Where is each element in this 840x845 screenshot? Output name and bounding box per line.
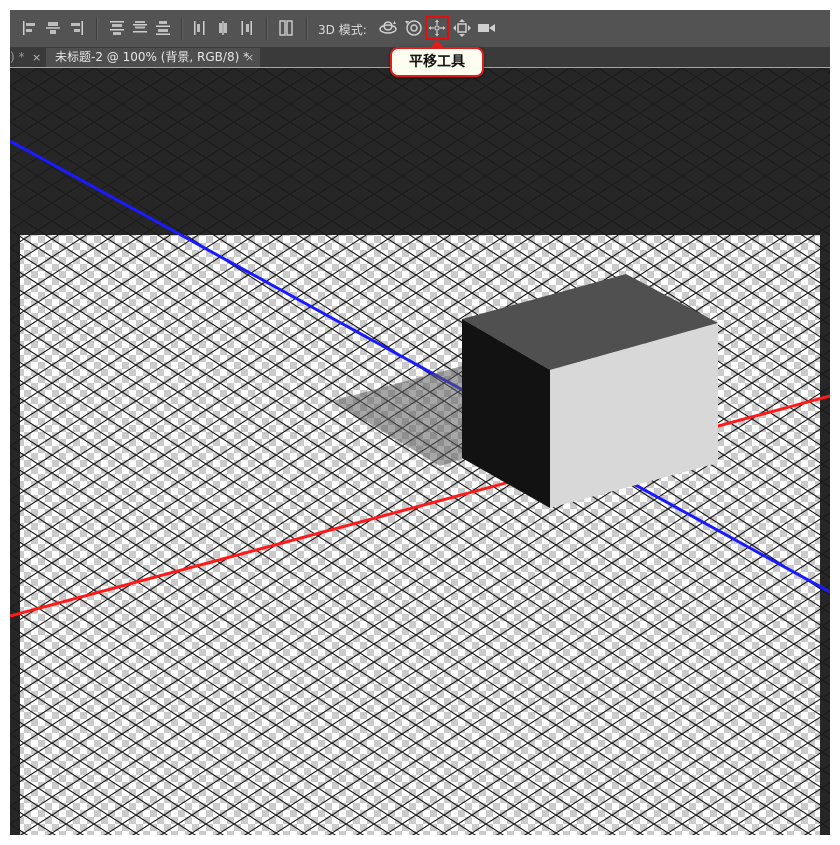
pan-icon — [428, 19, 446, 37]
tab-active-document[interactable]: 未标题-2 @ 100% (背景, RGB/8) * × — [46, 48, 260, 67]
slide-3d-object-button[interactable] — [450, 16, 474, 40]
options-bar: 3D 模式: — [10, 10, 830, 48]
pan-3d-object-button[interactable] — [425, 16, 449, 40]
rotate-3d-object-button[interactable] — [376, 16, 400, 40]
distribute-right-button[interactable] — [236, 18, 256, 38]
tab-previous-label: ) * — [10, 50, 25, 64]
tab-active-label: 未标题-2 @ 100% (背景, RGB/8) * — [55, 50, 250, 64]
roll-3d-object-button[interactable] — [402, 16, 426, 40]
3d-mode-label: 3D 模式: — [318, 23, 367, 37]
align-horizontal-centers-button[interactable] — [43, 18, 63, 38]
photoshop-window: 3D 模式: ) * × 未标题-2 @ 100% (背景, RGB/8) * … — [10, 10, 830, 835]
align-bottom-edges-button[interactable] — [153, 18, 173, 38]
3d-cube-object[interactable] — [462, 274, 718, 508]
distribute-center-button[interactable] — [213, 18, 233, 38]
scale-3d-object-button[interactable] — [475, 16, 499, 40]
align-top-edges-button[interactable] — [107, 18, 127, 38]
align-right-edges-button[interactable] — [66, 18, 86, 38]
tab-previous-document[interactable]: ) * × — [10, 48, 45, 67]
pan-tool-tooltip: 平移工具 — [390, 40, 484, 77]
toolbar-divider — [96, 17, 98, 40]
toolbar-divider — [306, 17, 308, 40]
toolbar-divider — [266, 17, 268, 40]
rotate-icon — [379, 21, 397, 34]
close-icon[interactable]: × — [245, 48, 254, 67]
toolbar-divider — [181, 17, 183, 40]
slide-icon — [453, 19, 471, 37]
3d-canvas-viewport[interactable] — [10, 68, 830, 835]
align-vertical-centers-button[interactable] — [130, 18, 150, 38]
distribute-left-button[interactable] — [190, 18, 210, 38]
align-left-edges-button[interactable] — [20, 18, 40, 38]
close-icon[interactable]: × — [32, 48, 41, 67]
video-camera-icon — [478, 24, 495, 32]
roll-icon — [405, 20, 422, 36]
auto-align-button[interactable] — [276, 18, 296, 38]
